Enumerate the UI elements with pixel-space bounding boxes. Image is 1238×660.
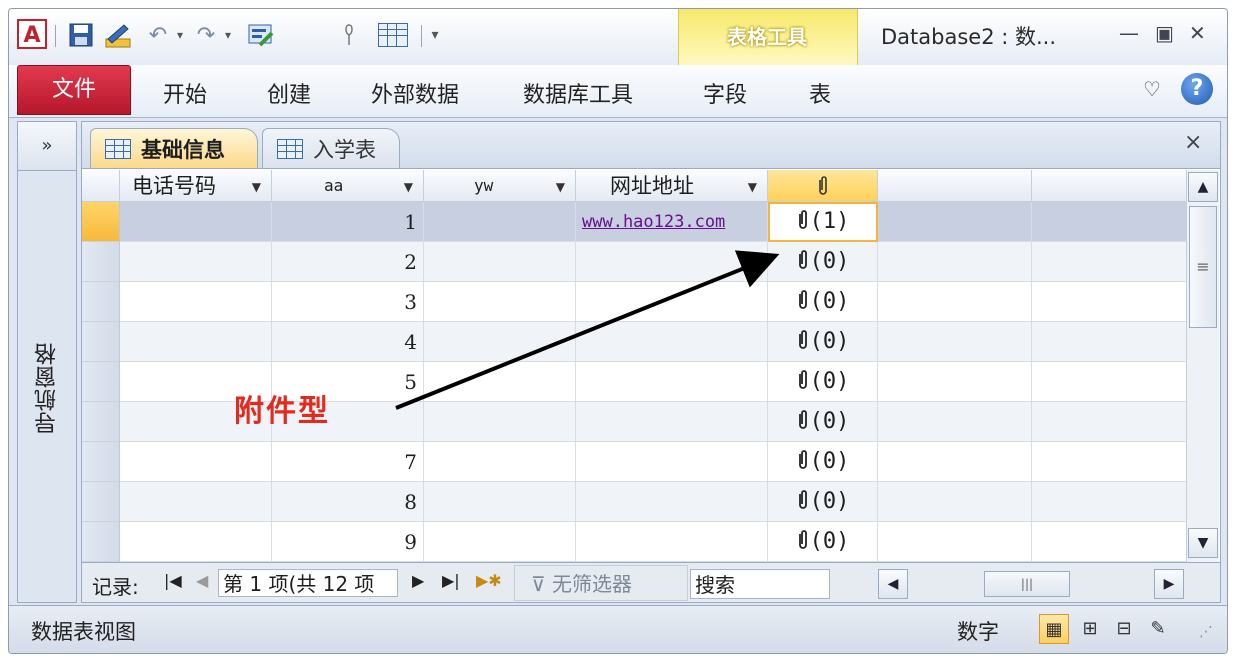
annotation-arrow bbox=[395, 250, 780, 410]
arrow-line bbox=[395, 250, 780, 410]
